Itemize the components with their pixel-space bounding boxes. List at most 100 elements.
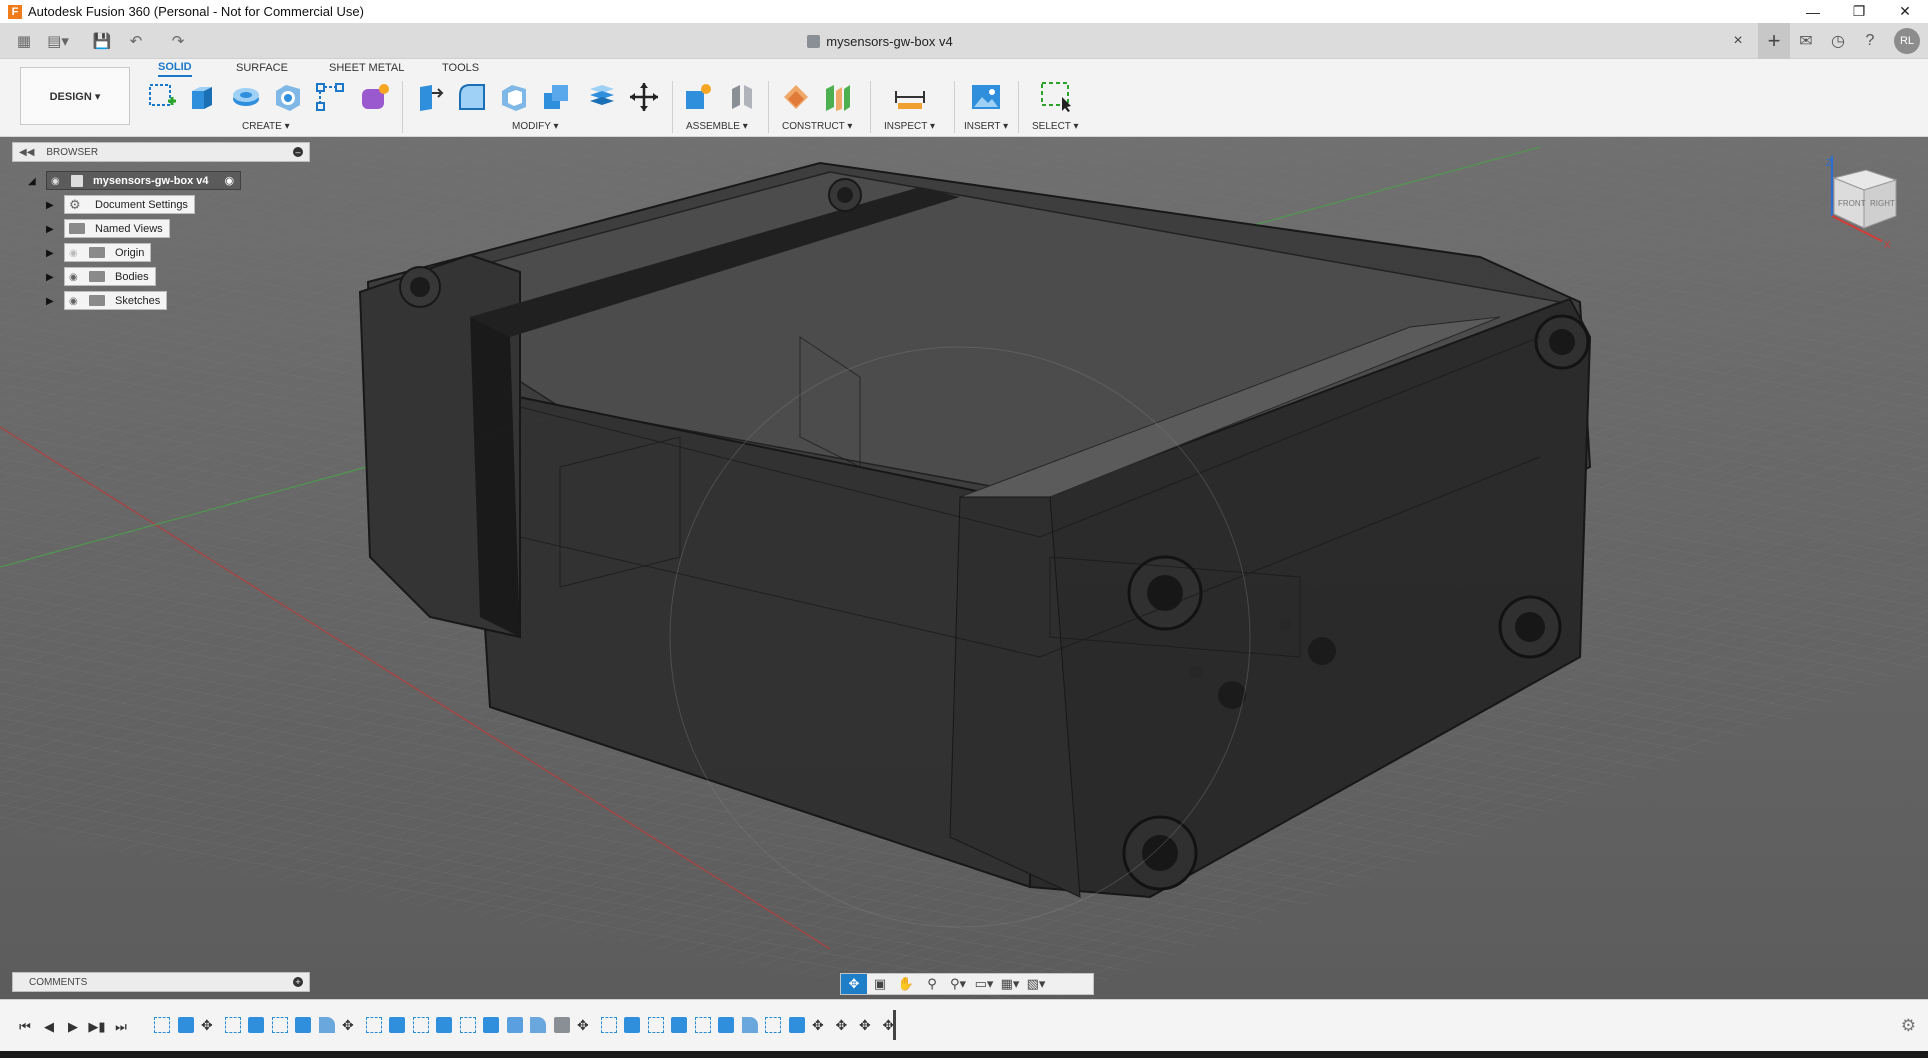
comments-panel[interactable]: COMMENTS + bbox=[12, 972, 310, 992]
timeline-extrude-icon[interactable] bbox=[389, 1017, 405, 1033]
measure-icon[interactable] bbox=[894, 81, 926, 113]
timeline-sketch-icon[interactable] bbox=[154, 1017, 170, 1033]
browser-item-bodies[interactable]: ▶ ◉ Bodies bbox=[46, 267, 156, 286]
offset-face-icon[interactable] bbox=[586, 81, 618, 113]
browser-root-row[interactable]: ◢ ◉ mysensors-gw-box v4 ◉ bbox=[28, 171, 242, 190]
step-back-icon[interactable]: ◀ bbox=[40, 1018, 58, 1036]
add-comment-icon[interactable]: + bbox=[293, 977, 303, 987]
tree-node[interactable]: Named Views bbox=[64, 219, 170, 238]
insert-canvas-icon[interactable] bbox=[970, 81, 1002, 113]
fit-icon[interactable]: ⚲▾ bbox=[945, 974, 971, 994]
visibility-eye-icon[interactable]: ◉ bbox=[51, 176, 65, 187]
offset-plane-icon[interactable] bbox=[780, 81, 812, 113]
expand-triangle-icon[interactable]: ◢ bbox=[28, 176, 38, 187]
timeline-extrude-icon[interactable] bbox=[624, 1017, 640, 1033]
grid-settings-icon[interactable]: ▦▾ bbox=[997, 974, 1023, 994]
play-icon[interactable]: ▶ bbox=[64, 1018, 82, 1036]
timeline-extrude-icon[interactable] bbox=[483, 1017, 499, 1033]
expand-triangle-icon[interactable]: ▶ bbox=[46, 248, 56, 259]
expand-triangle-icon[interactable]: ▶ bbox=[46, 296, 56, 307]
timeline-sketch-icon[interactable] bbox=[600, 1017, 617, 1033]
notifications-icon[interactable]: ✉ bbox=[1790, 23, 1822, 59]
combine-icon[interactable] bbox=[540, 81, 572, 113]
tree-node[interactable]: ◉ Sketches bbox=[64, 291, 168, 310]
timeline-fillet-icon[interactable] bbox=[530, 1017, 546, 1033]
new-component-icon[interactable] bbox=[682, 81, 714, 113]
timeline-move-icon[interactable]: ✥ bbox=[342, 1017, 358, 1033]
browser-minimize-icon[interactable]: – bbox=[293, 147, 303, 157]
workspace-switcher[interactable]: DESIGN ▾ bbox=[20, 67, 130, 125]
select-menu[interactable]: SELECT ▾ bbox=[1032, 121, 1079, 132]
pan-hand-icon[interactable]: ✋ bbox=[893, 974, 919, 994]
browser-header[interactable]: ◀◀ BROWSER – bbox=[12, 142, 310, 162]
close-window-button[interactable]: ✕ bbox=[1882, 0, 1928, 23]
tab-tools[interactable]: TOOLS bbox=[442, 59, 479, 77]
timeline-move-icon[interactable]: ✥ bbox=[577, 1017, 593, 1033]
move-icon[interactable] bbox=[628, 81, 660, 113]
tree-node[interactable]: ◉ Origin bbox=[64, 243, 152, 262]
settings-gear-icon[interactable]: ⚙ bbox=[1901, 1016, 1916, 1036]
timeline-move-icon[interactable]: ✥ bbox=[201, 1017, 217, 1033]
viewports-icon[interactable]: ▧▾ bbox=[1023, 974, 1049, 994]
timeline-extrude-icon[interactable] bbox=[436, 1017, 452, 1033]
new-tab-plus-icon[interactable]: + bbox=[1758, 23, 1790, 59]
select-box-icon[interactable] bbox=[1040, 81, 1072, 113]
timeline-move-icon[interactable]: ✥ bbox=[859, 1017, 875, 1033]
timeline-marker[interactable] bbox=[893, 1010, 896, 1040]
browser-item-named-views[interactable]: ▶ Named Views bbox=[46, 219, 170, 238]
go-to-end-icon[interactable]: ⏭ bbox=[112, 1018, 130, 1036]
browser-item-sketches[interactable]: ▶ ◉ Sketches bbox=[46, 291, 168, 310]
timeline-extrude-icon[interactable] bbox=[177, 1017, 194, 1033]
timeline-fillet-icon[interactable] bbox=[318, 1017, 335, 1033]
insert-menu[interactable]: INSERT ▾ bbox=[964, 121, 1008, 132]
timeline-extrude-icon[interactable] bbox=[295, 1017, 311, 1033]
timeline-sketch-icon[interactable] bbox=[412, 1017, 429, 1033]
display-settings-icon[interactable]: ▭▾ bbox=[971, 974, 997, 994]
timeline-extrude-icon[interactable] bbox=[248, 1017, 264, 1033]
timeline-sketch-icon[interactable] bbox=[694, 1017, 711, 1033]
expand-triangle-icon[interactable]: ▶ bbox=[46, 272, 56, 283]
midplane-icon[interactable] bbox=[822, 81, 854, 113]
inspect-menu[interactable]: INSPECT ▾ bbox=[884, 121, 935, 132]
user-avatar[interactable]: RL bbox=[1894, 28, 1920, 54]
timeline-move-icon[interactable]: ✥ bbox=[883, 1017, 899, 1033]
hole-icon[interactable] bbox=[272, 81, 304, 113]
timeline-extrude-icon[interactable] bbox=[671, 1017, 687, 1033]
restore-button[interactable]: ❐ bbox=[1836, 0, 1882, 23]
look-at-icon[interactable]: ▣ bbox=[867, 974, 893, 994]
timeline-sketch-icon[interactable] bbox=[647, 1017, 664, 1033]
step-forward-icon[interactable]: ▶▮ bbox=[88, 1018, 106, 1036]
3d-viewport[interactable] bbox=[0, 137, 1928, 999]
collapse-panel-icon[interactable]: ◀◀ bbox=[19, 147, 34, 158]
close-tab-button[interactable]: × bbox=[1728, 31, 1748, 51]
activate-radio-icon[interactable]: ◉ bbox=[225, 174, 235, 187]
help-icon[interactable]: ? bbox=[1854, 23, 1886, 59]
revolve-icon[interactable] bbox=[230, 81, 262, 113]
orbit-icon[interactable]: ✥ bbox=[841, 974, 867, 994]
create-sketch-icon[interactable] bbox=[146, 81, 178, 113]
document-tab[interactable]: mysensors-gw-box v4 bbox=[0, 23, 1760, 59]
visibility-eye-icon[interactable]: ◉ bbox=[69, 272, 83, 283]
tab-surface[interactable]: SURFACE bbox=[236, 59, 288, 77]
minimize-button[interactable]: — bbox=[1790, 0, 1836, 23]
root-component[interactable]: ◉ mysensors-gw-box v4 ◉ bbox=[46, 171, 242, 190]
tab-solid[interactable]: SOLID bbox=[158, 59, 192, 77]
modify-menu[interactable]: MODIFY ▾ bbox=[512, 121, 559, 132]
zoom-icon[interactable]: ⚲ bbox=[919, 974, 945, 994]
tree-node[interactable]: ◉ Bodies bbox=[64, 267, 156, 286]
create-menu[interactable]: CREATE ▾ bbox=[242, 121, 290, 132]
expand-triangle-icon[interactable]: ▶ bbox=[46, 200, 56, 211]
visibility-eye-icon[interactable]: ◉ bbox=[69, 248, 83, 259]
timeline-sketch-icon[interactable] bbox=[765, 1017, 781, 1033]
timeline-joint-icon[interactable] bbox=[553, 1017, 570, 1033]
timeline-sketch-icon[interactable] bbox=[365, 1017, 382, 1033]
construct-menu[interactable]: CONSTRUCT ▾ bbox=[782, 121, 852, 132]
job-status-icon[interactable]: ◷ bbox=[1822, 23, 1854, 59]
timeline-extrude-icon[interactable] bbox=[718, 1017, 734, 1033]
timeline-sketch-icon[interactable] bbox=[271, 1017, 288, 1033]
assemble-menu[interactable]: ASSEMBLE ▾ bbox=[686, 121, 748, 132]
press-pull-icon[interactable] bbox=[414, 81, 446, 113]
pattern-icon[interactable] bbox=[314, 81, 346, 113]
fillet-icon[interactable] bbox=[456, 81, 488, 113]
tab-sheet-metal[interactable]: SHEET METAL bbox=[329, 59, 404, 77]
